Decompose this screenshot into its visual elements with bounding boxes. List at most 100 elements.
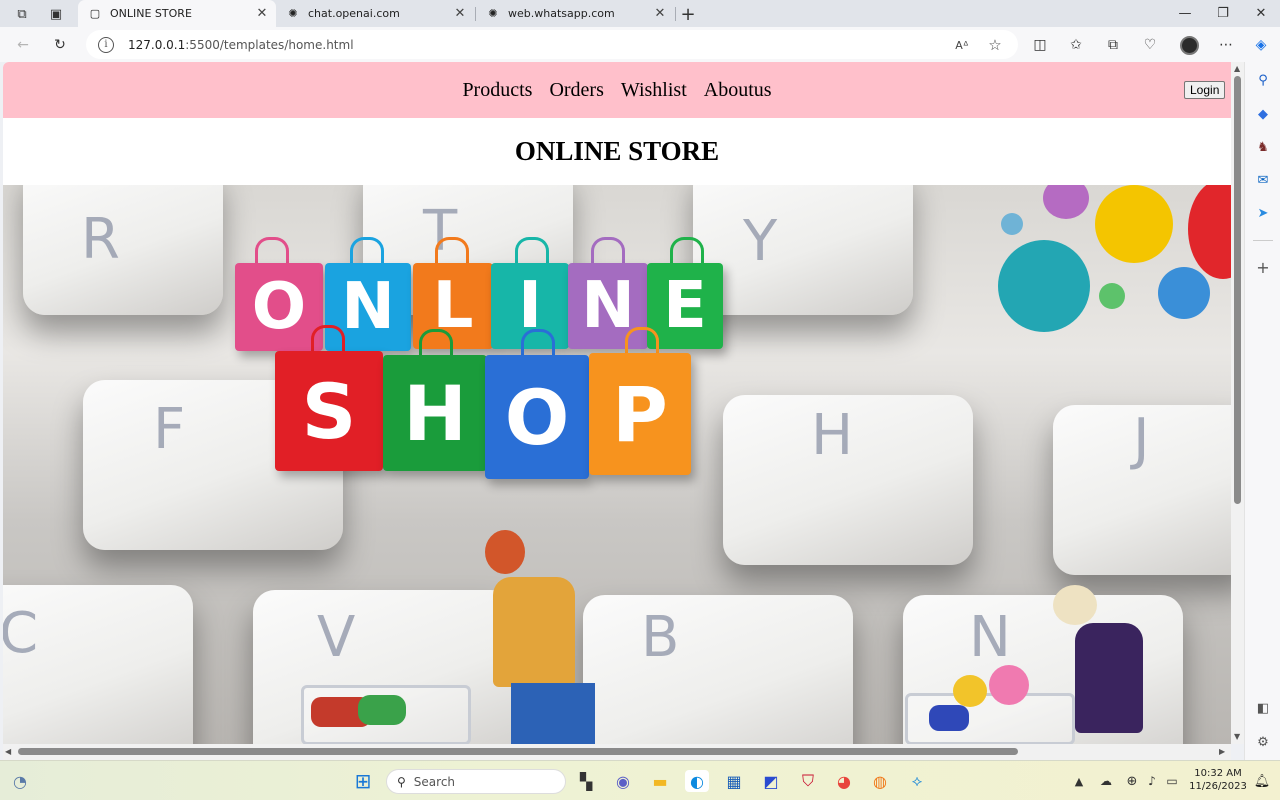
outlook-icon[interactable]: ✉ (1253, 170, 1273, 190)
tab-label: chat.openai.com (308, 7, 400, 20)
new-tab-button[interactable]: + (678, 4, 698, 25)
key-letter: R (81, 207, 120, 272)
page-title: ONLINE STORE (514, 136, 720, 166)
shopping-bag: P (589, 353, 691, 475)
vertical-scroll-thumb[interactable] (1234, 76, 1241, 504)
teams-icon[interactable]: ◩ (759, 770, 783, 792)
search-icon: ⚲ (397, 774, 406, 789)
scroll-right-icon[interactable]: ▶ (1219, 747, 1225, 756)
sidebar-divider (1253, 240, 1273, 241)
scroll-up-icon[interactable]: ▲ (1234, 64, 1240, 73)
split-screen-icon[interactable]: ◫ (1029, 34, 1051, 56)
read-aloud-icon[interactable]: Aᐞ (952, 35, 972, 55)
small-bubble (1001, 213, 1023, 235)
shopping-tag-icon[interactable]: ◆ (1253, 104, 1273, 124)
cart-goods (953, 675, 987, 707)
url-text[interactable]: 127.0.0.1:5500/templates/home.html (128, 38, 354, 52)
address-bar[interactable]: i 127.0.0.1:5500/templates/home.html Aᐞ … (86, 30, 1018, 59)
site-navbar: Products Orders Wishlist Aboutus Login (3, 62, 1231, 118)
key-letter: H (811, 403, 854, 468)
horizontal-scroll-thumb[interactable] (18, 748, 1018, 755)
copilot-icon[interactable]: ◈ (1250, 34, 1272, 56)
openai-icon: ✺ (288, 7, 298, 20)
taskbar-clock[interactable]: 10:32 AM 11/26/2023 (1188, 767, 1248, 793)
search-icon[interactable]: ⚲ (1253, 70, 1273, 90)
search-placeholder: Search (413, 774, 456, 789)
mobile-bubble (1158, 267, 1210, 319)
nav-link-products[interactable]: Products (462, 79, 532, 102)
games-icon[interactable]: ♞ (1253, 137, 1273, 157)
more-options-icon[interactable]: ⋯ (1215, 34, 1237, 56)
vscode-icon[interactable]: ⟡ (905, 770, 929, 792)
edge-sidebar: ⚲ ◆ ♞ ✉ ➤ + ◧ ⚙ (1244, 62, 1280, 760)
task-view-icon[interactable]: ▚ (574, 770, 598, 792)
weather-icon[interactable]: ◔ (8, 770, 32, 792)
openai-icon: ✺ (488, 7, 498, 20)
file-explorer-icon[interactable]: ▬ (648, 770, 672, 792)
clock-time: 10:32 AM (1194, 768, 1242, 779)
settings-gear-icon[interactable]: ⚙ (1253, 732, 1273, 752)
scroll-down-icon[interactable]: ▼ (1234, 732, 1240, 741)
chat-icon[interactable]: ◉ (611, 770, 635, 792)
battery-icon[interactable]: ▭ (1160, 770, 1184, 792)
nav-link-orders[interactable]: Orders (549, 79, 603, 102)
tab-online-store[interactable]: ▢ ONLINE STORE ✕ (78, 0, 276, 27)
firefox-icon[interactable]: ◍ (868, 770, 892, 792)
collections-icon[interactable]: ⧉ (1102, 34, 1124, 56)
avatar[interactable] (1178, 34, 1200, 56)
tab-actions-icon[interactable]: ▣ (46, 4, 66, 24)
site-info-icon[interactable]: i (98, 36, 114, 53)
chevron-up-icon[interactable]: ▲ (1067, 770, 1091, 792)
refresh-icon[interactable]: ↻ (49, 34, 71, 56)
add-icon[interactable]: + (1253, 257, 1273, 277)
start-icon[interactable]: ⊞ (351, 769, 375, 793)
browser-toolbar: ← ↻ i 127.0.0.1:5500/templates/home.html… (0, 27, 1280, 62)
shopping-bag: O (485, 355, 589, 479)
close-window-icon[interactable]: ✕ (1242, 0, 1280, 27)
tab-label: web.whatsapp.com (508, 7, 615, 20)
horizontal-scrollbar[interactable]: ◀ ▶ (3, 744, 1231, 760)
key-letter: N (969, 605, 1011, 670)
favorites-icon[interactable]: ✩ (1065, 34, 1087, 56)
scroll-left-icon[interactable]: ◀ (5, 747, 11, 756)
tab-strip: ⧉ ▣ ▢ ONLINE STORE ✕ ✺ chat.openai.com ✕… (0, 0, 1280, 27)
keyboard-key (23, 185, 223, 315)
taskbar-search-input[interactable]: ⚲ Search (386, 769, 566, 794)
key-letter: B (641, 605, 680, 670)
nav-link-wishlist[interactable]: Wishlist (621, 79, 687, 102)
vertical-scrollbar[interactable]: ▲ ▼ (1231, 62, 1244, 744)
workspaces-icon[interactable]: ⧉ (12, 4, 32, 24)
minimize-icon[interactable]: — (1166, 0, 1204, 27)
sidebar-toggle-icon[interactable]: ◧ (1253, 698, 1273, 718)
tab-whatsapp[interactable]: ✺ web.whatsapp.com ✕ (476, 0, 674, 27)
store-icon[interactable]: ▦ (722, 770, 746, 792)
tab-divider (675, 7, 676, 21)
nav-links: Products Orders Wishlist Aboutus (3, 62, 1231, 118)
close-tab-icon[interactable]: ✕ (452, 6, 468, 22)
page-viewport: Products Orders Wishlist Aboutus Login O… (3, 62, 1231, 744)
mcafee-icon[interactable]: ⛉ (796, 770, 820, 792)
key-letter: F (153, 397, 186, 462)
keyboard-key (583, 595, 853, 744)
key-letter: C (3, 601, 39, 666)
tab-chat-openai[interactable]: ✺ chat.openai.com ✕ (276, 0, 474, 27)
figurine-shopper (493, 577, 575, 687)
cart-goods (929, 705, 969, 731)
shopping-bag: H (383, 355, 487, 471)
figurine-head (1053, 585, 1097, 625)
hero-image: R T Y F H J C V B N O N L I N E S H O P (3, 185, 1231, 744)
nav-link-aboutus[interactable]: Aboutus (704, 79, 772, 102)
restore-icon[interactable]: ❐ (1204, 0, 1242, 27)
login-button[interactable]: Login (1184, 81, 1226, 99)
browser-essentials-icon[interactable]: ♡ (1139, 34, 1161, 56)
close-tab-icon[interactable]: ✕ (652, 6, 668, 22)
drop-icon[interactable]: ➤ (1253, 203, 1273, 223)
favorite-star-icon[interactable]: ☆ (985, 35, 1005, 55)
back-icon[interactable]: ← (12, 34, 34, 56)
tab-label: ONLINE STORE (110, 7, 192, 20)
close-tab-icon[interactable]: ✕ (254, 6, 270, 22)
network-icon[interactable]: ☁ (1094, 770, 1118, 792)
edge-icon[interactable]: ◐ (685, 770, 709, 792)
notification-bell-icon[interactable]: 🔔︎ (1250, 770, 1274, 792)
chrome-icon[interactable]: ◕ (832, 770, 856, 792)
